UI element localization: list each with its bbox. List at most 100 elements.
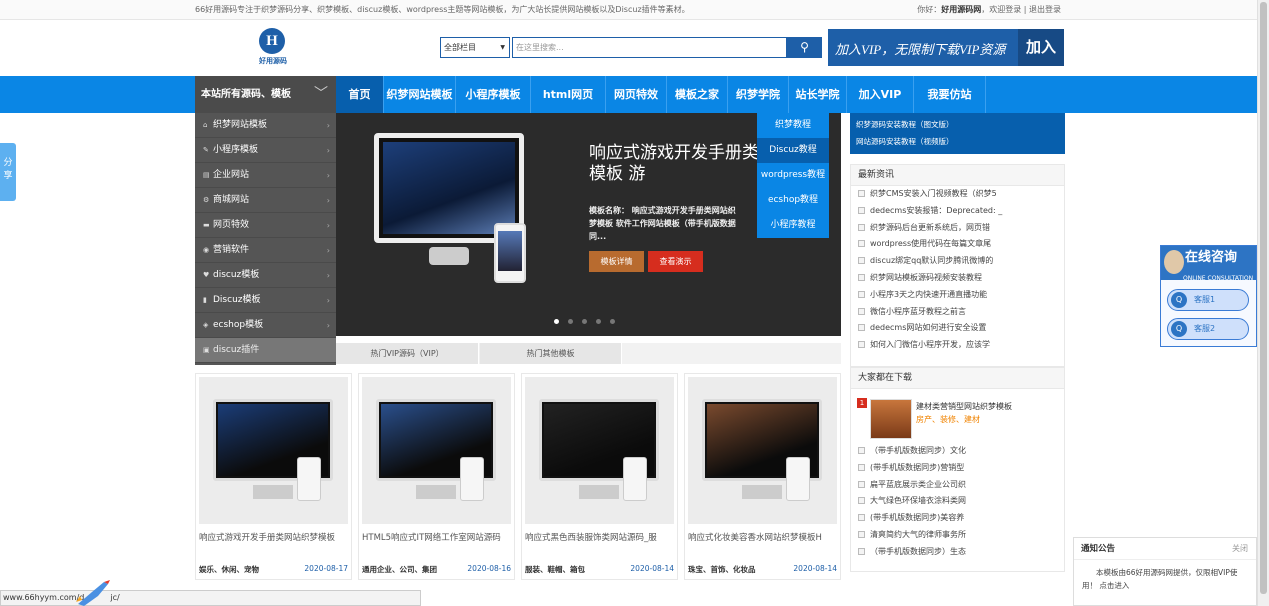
download-item[interactable]: 清爽简约大气的律师事务所	[851, 527, 1064, 544]
news-item[interactable]: dedecms安装报错：Deprecated: _	[851, 203, 1064, 220]
news-item[interactable]: 如何入门微信小程序开发，应该学	[851, 337, 1064, 354]
card-thumbnail[interactable]	[199, 377, 348, 524]
nav-item-2[interactable]: 小程序模板	[456, 76, 531, 113]
chevron-right-icon: ›	[326, 271, 330, 280]
tutorial-link-video[interactable]: 网站源码安装教程（视频版）	[850, 133, 1065, 150]
nav-item-9[interactable]: 我要仿站	[914, 76, 986, 113]
news-item[interactable]: dedecms网站如何进行安全设置	[851, 320, 1064, 337]
download-item-title: （带手机版数据同步）生态	[870, 546, 966, 556]
card-title[interactable]: 响应式黑色西装服饰类网站源码_服	[525, 532, 675, 545]
download-item[interactable]: （带手机版数据同步）生态	[851, 544, 1064, 561]
card-date: 2020-08-16	[467, 564, 511, 573]
card-title[interactable]: 响应式游戏开发手册类网站织梦模板	[199, 532, 349, 545]
sidebar-item-7[interactable]: ▮ Discuz模板 ›	[195, 288, 336, 313]
card-title[interactable]: HTML5响应式IT网络工作室网站源码	[362, 532, 512, 545]
sidebar-item-4[interactable]: ▬ 网页特效 ›	[195, 213, 336, 238]
qq-support-1[interactable]: Q 客服1	[1167, 289, 1249, 311]
notice-body[interactable]: 本模板由66好用源码网提供，仅限相VIP使用！ 点击进入	[1074, 560, 1256, 592]
sidebar-item-8[interactable]: ◈ ecshop模板 ›	[195, 313, 336, 338]
tutorial-link-text[interactable]: 织梦源码安装教程（图文版）	[850, 116, 1065, 133]
nav-item-3[interactable]: html网页	[531, 76, 606, 113]
site-logo[interactable]: H 好用源码	[253, 28, 293, 68]
slide-dot-0[interactable]	[554, 319, 559, 324]
card-thumbnail[interactable]	[525, 377, 674, 524]
sidebar-item-5[interactable]: ◉ 营销软件 ›	[195, 238, 336, 263]
latest-news-box: 最新资讯 织梦CMS安装入门视频教程（织梦5 dedecms安装报错：Deprec…	[850, 164, 1065, 367]
category-select[interactable]: 全部栏目 ▼	[440, 37, 510, 58]
news-item[interactable]: wordpress使用代码在每篇文章尾	[851, 236, 1064, 253]
qq-support-2[interactable]: Q 客服2	[1167, 318, 1249, 340]
join-vip-button[interactable]: 加入	[1018, 29, 1064, 66]
download-item[interactable]: (带手机版数据同步)营销型	[851, 460, 1064, 477]
tab-hot-vip[interactable]: 热门VIP源码（VIP）	[336, 343, 479, 364]
sidebar-item-1[interactable]: ✎ 小程序模板 ›	[195, 138, 336, 163]
news-item[interactable]: discuz绑定qq默认同步腾讯微博的	[851, 253, 1064, 270]
download-item[interactable]: （带手机版数据同步）文化	[851, 443, 1064, 460]
dropdown-item-0[interactable]: 织梦教程	[757, 113, 829, 138]
slide-dot-1[interactable]	[568, 319, 573, 324]
download-item[interactable]: 扁平蓝底展示类企业公司织	[851, 477, 1064, 494]
news-item[interactable]: 织梦CMS安装入门视频教程（织梦5	[851, 186, 1064, 203]
rocket-icon[interactable]	[74, 580, 112, 606]
search-input[interactable]: 在这里搜索...	[512, 37, 787, 58]
slide-dot-3[interactable]	[596, 319, 601, 324]
slide-dot-2[interactable]	[582, 319, 587, 324]
nav-item-0[interactable]: 首页	[336, 76, 384, 113]
template-card[interactable]: 响应式黑色西装服饰类网站源码_服 服装、鞋帽、箱包 2020-08-14	[521, 373, 678, 580]
nav-item-1[interactable]: 织梦网站模板	[384, 76, 456, 113]
sidebar-item-label: 织梦网站模板	[213, 120, 268, 130]
top-download-item[interactable]: 1 建材类营销型网站织梦模板 房产、装修、建材	[851, 389, 1064, 439]
dropdown-item-1[interactable]: Discuz教程	[757, 138, 829, 163]
nav-item-4[interactable]: 网页特效	[606, 76, 667, 113]
dropdown-item-4[interactable]: 小程序教程	[757, 213, 829, 238]
dropdown-item-2[interactable]: wordpress教程	[757, 163, 829, 188]
sidebar-item-2[interactable]: ▤ 企业网站 ›	[195, 163, 336, 188]
search-button[interactable]: ⚲	[787, 37, 822, 58]
qq-icon: Q	[1171, 321, 1187, 337]
news-item[interactable]: 小程序3天之内快速开通直播功能	[851, 287, 1064, 304]
list-bullet-icon	[858, 530, 865, 538]
scrollbar-thumb[interactable]	[1260, 2, 1267, 594]
sidebar-item-9[interactable]: ▣ discuz插件	[195, 338, 336, 363]
card-title[interactable]: 响应式化妆美容香水网站织梦模板H	[688, 532, 838, 545]
search-icon: ⚲	[800, 40, 809, 54]
login-link[interactable]: ，欢迎登录	[981, 5, 1021, 14]
slider-dots	[554, 319, 615, 324]
news-item[interactable]: 织梦网站模板源码视频安装教程	[851, 270, 1064, 287]
view-demo-button[interactable]: 查看演示	[648, 251, 703, 272]
tab-hot-other[interactable]: 热门其他模板	[480, 343, 622, 364]
logout-link[interactable]: 退出登录	[1029, 5, 1061, 14]
nav-item-8[interactable]: 加入VIP	[847, 76, 914, 113]
vip-banner[interactable]: 加入VIP，无限制下载VIP资源 加入	[828, 29, 1064, 66]
dropdown-item-3[interactable]: ecshop教程	[757, 188, 829, 213]
card-date: 2020-08-14	[630, 564, 674, 573]
download-item[interactable]: (带手机版数据同步)美容养	[851, 510, 1064, 527]
cart-icon: ◈	[203, 321, 209, 329]
vertical-scrollbar[interactable]	[1257, 0, 1269, 606]
username-link[interactable]: 好用源码网	[941, 5, 981, 14]
nav-item-5[interactable]: 模板之家	[667, 76, 728, 113]
sidebar-item-3[interactable]: ⚙ 商城网站 ›	[195, 188, 336, 213]
card-date: 2020-08-14	[793, 564, 837, 573]
card-monitor-stand	[742, 485, 782, 499]
notice-title: 通知公告 关闭	[1074, 538, 1256, 560]
template-card[interactable]: HTML5响应式IT网络工作室网站源码 通用企业、公司、集团 2020-08-16	[358, 373, 515, 580]
notice-close-button[interactable]: 关闭	[1232, 538, 1248, 560]
nav-item-7[interactable]: 站长学院	[789, 76, 847, 113]
slide-dot-4[interactable]	[610, 319, 615, 324]
sidebar-item-0[interactable]: ⌂ 织梦网站模板 ›	[195, 113, 336, 138]
news-item[interactable]: 织梦源码后台更新系统后，网页错	[851, 220, 1064, 237]
template-details-button[interactable]: 模板详情	[589, 251, 644, 272]
sidebar-item-6[interactable]: ♥ discuz模板 ›	[195, 263, 336, 288]
all-categories-toggle[interactable]: 本站所有源码、模板 ﹀	[195, 76, 336, 113]
download-item[interactable]: 大气绿色环保墙衣涂料类网	[851, 493, 1064, 510]
card-thumbnail[interactable]	[688, 377, 837, 524]
sidebar-item-label: 商城网站	[213, 195, 250, 205]
template-card[interactable]: 响应式化妆美容香水网站织梦模板H 珠宝、首饰、化妆品 2020-08-14	[684, 373, 841, 580]
nav-item-6[interactable]: 织梦学院	[728, 76, 789, 113]
card-thumbnail[interactable]	[362, 377, 511, 524]
share-tab[interactable]: 分享	[0, 143, 16, 201]
template-card[interactable]: 响应式游戏开发手册类网站织梦模板 娱乐、休闲、宠物 2020-08-17	[195, 373, 352, 580]
list-bullet-icon	[858, 514, 865, 522]
news-item[interactable]: 微信小程序蓝牙教程之前言	[851, 304, 1064, 321]
